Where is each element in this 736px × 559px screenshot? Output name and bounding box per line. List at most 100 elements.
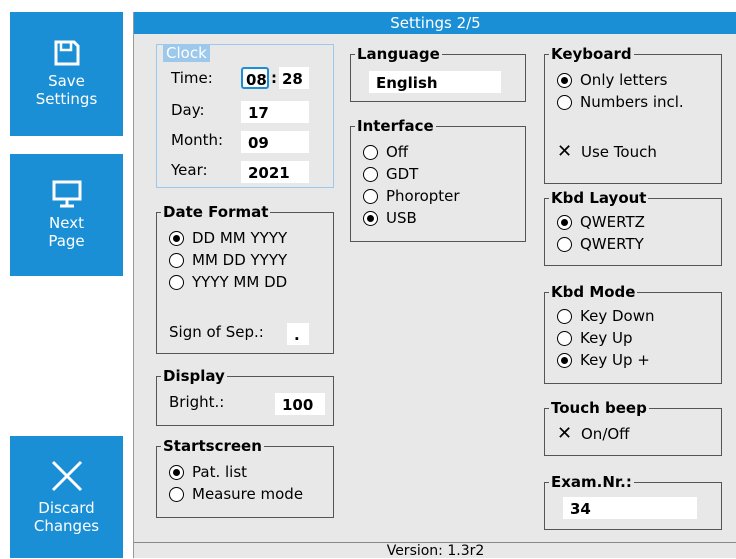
clock-group: Clock Time: 08 : 28 Day: 17 Month: 09 Ye… xyxy=(156,44,334,188)
option-label: GDT xyxy=(386,165,419,183)
option-label: QWERTY xyxy=(580,235,644,253)
kbd-layout-option[interactable]: QWERTY xyxy=(557,233,644,255)
radio-button xyxy=(363,144,378,160)
day-label: Day: xyxy=(171,101,205,119)
exam-nr-group: Exam.Nr.: 34 xyxy=(544,473,722,530)
year-label: Year: xyxy=(171,161,208,179)
save-settings-button[interactable]: Save Settings xyxy=(10,12,123,136)
clock-legend: Clock xyxy=(163,44,210,62)
radio-button xyxy=(169,252,184,268)
kbd-mode-group: Kbd Mode Key Down Key Up Key Up + xyxy=(544,283,722,384)
monitor-icon xyxy=(52,180,81,208)
startscreen-group: Startscreen Pat. list Measure mode xyxy=(156,437,334,518)
exam-nr-legend: Exam.Nr.: xyxy=(549,473,634,491)
kbd-layout-group: Kbd Layout QWERTZ QWERTY xyxy=(544,189,722,266)
display-legend: Display xyxy=(161,367,227,385)
radio-button xyxy=(557,352,572,368)
exam-nr-field[interactable]: 34 xyxy=(563,497,697,519)
startscreen-legend: Startscreen xyxy=(161,437,264,455)
interface-option[interactable]: GDT xyxy=(363,163,418,185)
hour-field[interactable]: 08 xyxy=(241,67,269,89)
radio-button xyxy=(169,230,184,246)
interface-legend: Interface xyxy=(355,117,436,135)
option-label: Key Up + xyxy=(580,351,650,369)
option-label: Use Touch xyxy=(581,143,657,161)
radio-button xyxy=(557,214,572,230)
separator-field[interactable]: . xyxy=(287,323,309,345)
kbd-layout-option[interactable]: QWERTZ xyxy=(557,211,645,233)
discard-changes-label: Discard Changes xyxy=(33,499,100,535)
touch-beep-checkbox[interactable]: ✕ On/Off xyxy=(557,423,630,445)
radio-button xyxy=(363,188,378,204)
save-icon xyxy=(54,40,79,66)
touch-beep-group: Touch beep ✕ On/Off xyxy=(544,399,722,456)
use-touch-checkbox[interactable]: ✕ Use Touch xyxy=(557,141,657,163)
language-field[interactable]: English xyxy=(369,71,501,93)
radio-button xyxy=(169,274,184,290)
close-icon xyxy=(51,460,82,492)
minute-field[interactable]: 28 xyxy=(279,67,309,89)
radio-button xyxy=(557,72,572,88)
language-legend: Language xyxy=(355,45,442,63)
month-label: Month: xyxy=(171,131,224,149)
kbd-mode-legend: Kbd Mode xyxy=(549,283,638,301)
date-format-option[interactable]: YYYY MM DD xyxy=(169,271,287,293)
radio-button xyxy=(169,486,184,502)
checkmark-x-icon: ✕ xyxy=(557,141,573,162)
option-label: Phoropter xyxy=(386,187,460,205)
month-field[interactable]: 09 xyxy=(241,131,309,153)
interface-option[interactable]: Off xyxy=(363,141,408,163)
brightness-label: Bright.: xyxy=(169,393,225,411)
interface-option[interactable]: Phoropter xyxy=(363,185,460,207)
time-label: Time: xyxy=(171,69,213,87)
discard-changes-button[interactable]: Discard Changes xyxy=(10,436,123,558)
day-field[interactable]: 17 xyxy=(241,101,309,123)
kbd-mode-option[interactable]: Key Up + xyxy=(557,349,650,371)
interface-option[interactable]: USB xyxy=(363,207,417,229)
kbd-layout-legend: Kbd Layout xyxy=(549,189,649,207)
option-label: Numbers incl. xyxy=(580,93,684,111)
date-format-option[interactable]: MM DD YYYY xyxy=(169,249,287,271)
interface-group: Interface Off GDT Phoropter USB xyxy=(350,117,526,242)
date-format-legend: Date Format xyxy=(161,203,271,221)
option-label: On/Off xyxy=(581,425,630,443)
radio-button xyxy=(557,308,572,324)
next-page-label: Next Page xyxy=(48,214,85,250)
keyboard-option[interactable]: Numbers incl. xyxy=(557,91,684,113)
brightness-field[interactable]: 100 xyxy=(275,393,325,415)
option-label: Off xyxy=(386,143,409,161)
separator-label: Sign of Sep.: xyxy=(169,323,264,341)
option-label: Key Down xyxy=(580,307,655,325)
time-colon: : xyxy=(271,69,277,87)
option-label: USB xyxy=(386,209,417,227)
option-label: YYYY MM DD xyxy=(192,273,288,291)
keyboard-option[interactable]: Only letters xyxy=(557,69,668,91)
keyboard-legend: Keyboard xyxy=(549,45,634,63)
version-footer: Version: 1.3r2 xyxy=(134,542,736,559)
kbd-mode-option[interactable]: Key Up xyxy=(557,327,632,349)
touch-beep-legend: Touch beep xyxy=(549,399,649,417)
startscreen-option[interactable]: Pat. list xyxy=(169,461,247,483)
checkmark-x-icon: ✕ xyxy=(557,423,573,444)
option-label: Pat. list xyxy=(192,463,248,481)
startscreen-option[interactable]: Measure mode xyxy=(169,483,303,505)
page-title: Settings 2/5 xyxy=(134,12,736,34)
next-page-button[interactable]: Next Page xyxy=(10,154,123,276)
option-label: QWERTZ xyxy=(580,213,645,231)
kbd-mode-option[interactable]: Key Down xyxy=(557,305,654,327)
radio-button xyxy=(557,94,572,110)
option-label: DD MM YYYY xyxy=(192,229,288,247)
display-group: Display Bright.: 100 xyxy=(156,367,334,426)
radio-button xyxy=(557,330,572,346)
radio-button xyxy=(169,464,184,480)
date-format-group: Date Format DD MM YYYY MM DD YYYY YYYY M… xyxy=(156,203,334,354)
language-group: Language English xyxy=(350,45,526,102)
year-field[interactable]: 2021 xyxy=(241,161,309,183)
radio-button xyxy=(557,236,572,252)
radio-button xyxy=(363,210,378,226)
radio-button xyxy=(363,166,378,182)
date-format-option[interactable]: DD MM YYYY xyxy=(169,227,287,249)
option-label: Key Up xyxy=(580,329,633,347)
option-label: Measure mode xyxy=(192,485,304,503)
settings-panel: Settings 2/5 Clock Time: 08 : 28 Day: 17… xyxy=(133,12,736,559)
